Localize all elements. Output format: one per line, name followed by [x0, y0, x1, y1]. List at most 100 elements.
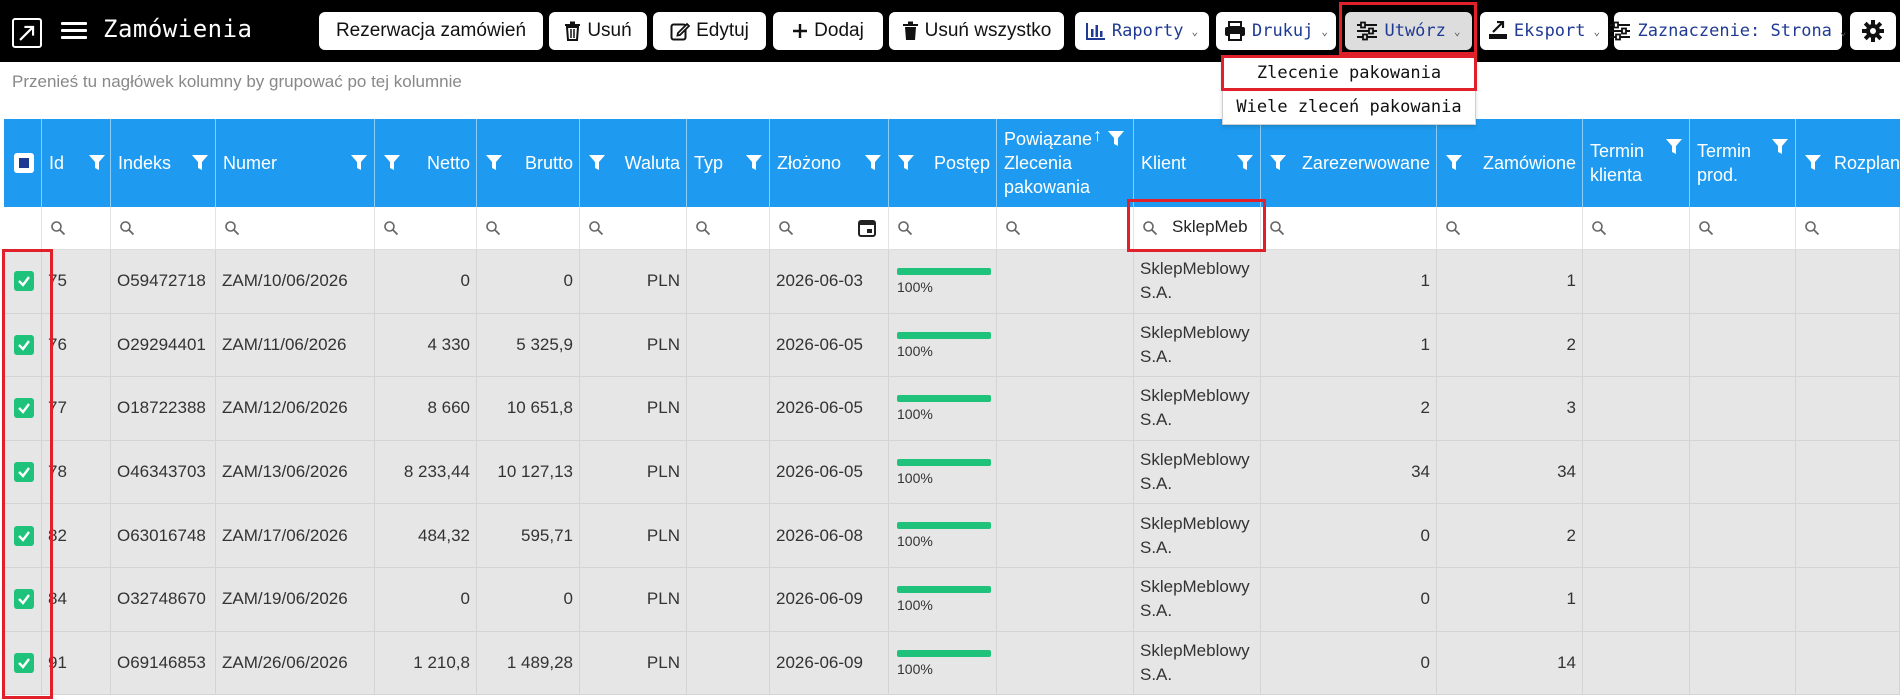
header-select-all[interactable] [4, 119, 42, 207]
header-zarezerwowane[interactable]: Zarezerwowane [1261, 119, 1437, 207]
row-checkbox[interactable] [14, 271, 34, 292]
cell-check[interactable] [4, 250, 42, 313]
header-brutto[interactable]: Brutto [477, 119, 580, 207]
filter-cell-termin_klienta[interactable] [1583, 207, 1690, 250]
header-zlozono[interactable]: Złożono [770, 119, 889, 207]
header-powiazane[interactable]: Powiązane Zlecenia pakowania ↑ [997, 119, 1134, 207]
table-row[interactable]: 77 O18722388 ZAM/12/06/2026 8 660 10 651,8 PL… [4, 377, 1900, 441]
row-checkbox[interactable] [14, 652, 34, 673]
reports-button[interactable]: Raporty ⌄ [1075, 12, 1209, 50]
filter-cell-rozplan[interactable] [1796, 207, 1900, 250]
row-checkbox[interactable] [14, 334, 34, 355]
cell-zarezerwowane: 2 [1261, 377, 1437, 440]
table-row[interactable]: 76 O29294401 ZAM/11/06/2026 4 330 5 325,9 PLN… [4, 313, 1900, 378]
reservation-button[interactable]: Rezerwacja zamówień [319, 12, 543, 50]
filter-icon[interactable] [1236, 153, 1254, 171]
cell-value-netto: 8 660 [427, 398, 470, 418]
header-indeks[interactable]: Indeks [111, 119, 216, 207]
row-checkbox[interactable] [14, 589, 34, 610]
cell-netto: 4 330 [375, 313, 477, 377]
filter-cell-brutto[interactable] [477, 207, 580, 250]
cell-value-netto: 484,32 [418, 525, 470, 545]
filter-icon[interactable] [745, 153, 763, 171]
filter-cell-indeks[interactable] [111, 207, 216, 250]
cell-check[interactable] [4, 377, 42, 440]
select-all-checkbox[interactable] [14, 153, 34, 173]
edit-button[interactable]: Edytuj [653, 12, 766, 50]
add-button[interactable]: Dodaj [773, 12, 883, 50]
filter-icon[interactable] [485, 153, 503, 171]
filter-icon[interactable] [1107, 129, 1125, 147]
filter-icon[interactable] [383, 153, 401, 171]
filter-icon[interactable] [1804, 153, 1822, 171]
filter-cell-klient[interactable]: SklepMeb [1134, 207, 1261, 250]
delete-all-button[interactable]: Usuń wszystko [889, 12, 1064, 50]
app-logo-icon[interactable] [12, 18, 42, 48]
header-id[interactable]: Id [42, 119, 111, 207]
header-termin-prod[interactable]: Termin prod. [1690, 119, 1796, 207]
calendar-icon[interactable] [858, 219, 876, 237]
filter-cell-typ[interactable] [687, 207, 770, 250]
print-button[interactable]: Drukuj ⌄ [1216, 12, 1336, 50]
filter-cell-postep[interactable] [889, 207, 997, 250]
table-row[interactable]: 78 O46343703 ZAM/13/06/2026 8 233,44 10 127,… [4, 440, 1900, 505]
sliders-icon [1610, 21, 1631, 41]
filter-cell-powiazane[interactable] [997, 207, 1134, 250]
filter-icon[interactable] [350, 153, 368, 171]
cell-check[interactable] [4, 504, 42, 567]
cell-value-brutto: 10 651,8 [506, 398, 573, 418]
cell-check[interactable] [4, 440, 42, 504]
filter-cell-zarezerwowane[interactable] [1261, 207, 1437, 250]
menu-icon[interactable] [61, 18, 87, 42]
header-rozplan[interactable]: Rozplan [1796, 119, 1900, 207]
row-checkbox[interactable] [14, 462, 34, 483]
filter-cell-zlozono[interactable] [770, 207, 889, 250]
export-button[interactable]: Eksport ⌄ [1480, 12, 1608, 50]
header-klient[interactable]: Klient [1134, 119, 1261, 207]
cell-value-waluta: PLN [646, 271, 680, 291]
filter-cell-waluta[interactable] [580, 207, 687, 250]
delete-button[interactable]: Usuń [549, 12, 647, 50]
filter-icon[interactable] [1445, 153, 1463, 171]
header-typ[interactable]: Typ [687, 119, 770, 207]
table-row[interactable]: 75 O59472718 ZAM/10/06/2026 0 0 PLN 2026-06-03… [4, 250, 1900, 314]
header-waluta[interactable]: Waluta [580, 119, 687, 207]
table-row[interactable]: 82 O63016748 ZAM/17/06/2026 484,32 595,71 PLN… [4, 504, 1900, 568]
selection-button[interactable]: Zaznaczenie: Strona ⌄ [1610, 12, 1847, 50]
header-postep[interactable]: Postęp [889, 119, 997, 207]
sort-asc-icon[interactable]: ↑ [1093, 125, 1102, 146]
row-checkbox[interactable] [14, 525, 34, 546]
table-row[interactable]: 91 O69146853 ZAM/26/06/2026 1 210,8 1 489,28… [4, 631, 1900, 696]
filter-icon[interactable] [588, 153, 606, 171]
filter-cell-numer[interactable] [216, 207, 375, 250]
cell-check[interactable] [4, 567, 42, 631]
filter-icon[interactable] [88, 153, 106, 171]
create-button[interactable]: Utwórz ⌄ [1345, 12, 1472, 50]
filter-cell-id[interactable] [42, 207, 111, 250]
menu-item-multiple-packing-orders[interactable]: Wiele zleceń pakowania [1223, 90, 1475, 124]
filter-icon[interactable] [897, 153, 915, 171]
filter-cell-zamowione[interactable] [1437, 207, 1583, 250]
filter-icon[interactable] [1665, 137, 1683, 155]
filter-icon[interactable] [1771, 137, 1789, 155]
filter-cell-termin_prod[interactable] [1690, 207, 1796, 250]
filter-value-klient[interactable]: SklepMeb [1172, 217, 1248, 237]
settings-button[interactable] [1850, 12, 1896, 50]
header-zamowione[interactable]: Zamówione [1437, 119, 1583, 207]
group-by-drop-area[interactable]: Przenieś tu nagłówek kolumny by grupować… [12, 72, 462, 92]
header-termin-klienta[interactable]: Termin klienta [1583, 119, 1690, 207]
cell-value-indeks: O18722388 [117, 398, 206, 418]
header-netto[interactable]: Netto [375, 119, 477, 207]
filter-icon[interactable] [864, 153, 882, 171]
filter-icon[interactable] [1269, 153, 1287, 171]
cell-check[interactable] [4, 631, 42, 695]
row-checkbox[interactable] [14, 398, 34, 419]
cell-powiazane [997, 313, 1134, 377]
filter-icon[interactable] [191, 153, 209, 171]
filter-cell-netto[interactable] [375, 207, 477, 250]
cell-value-id: 91 [48, 652, 67, 672]
cell-check[interactable] [4, 313, 42, 377]
menu-item-packing-order[interactable]: Zlecenie pakowania [1223, 56, 1475, 90]
table-row[interactable]: 84 O32748670 ZAM/19/06/2026 0 0 PLN 2026-06-09… [4, 567, 1900, 632]
header-numer[interactable]: Numer [216, 119, 375, 207]
